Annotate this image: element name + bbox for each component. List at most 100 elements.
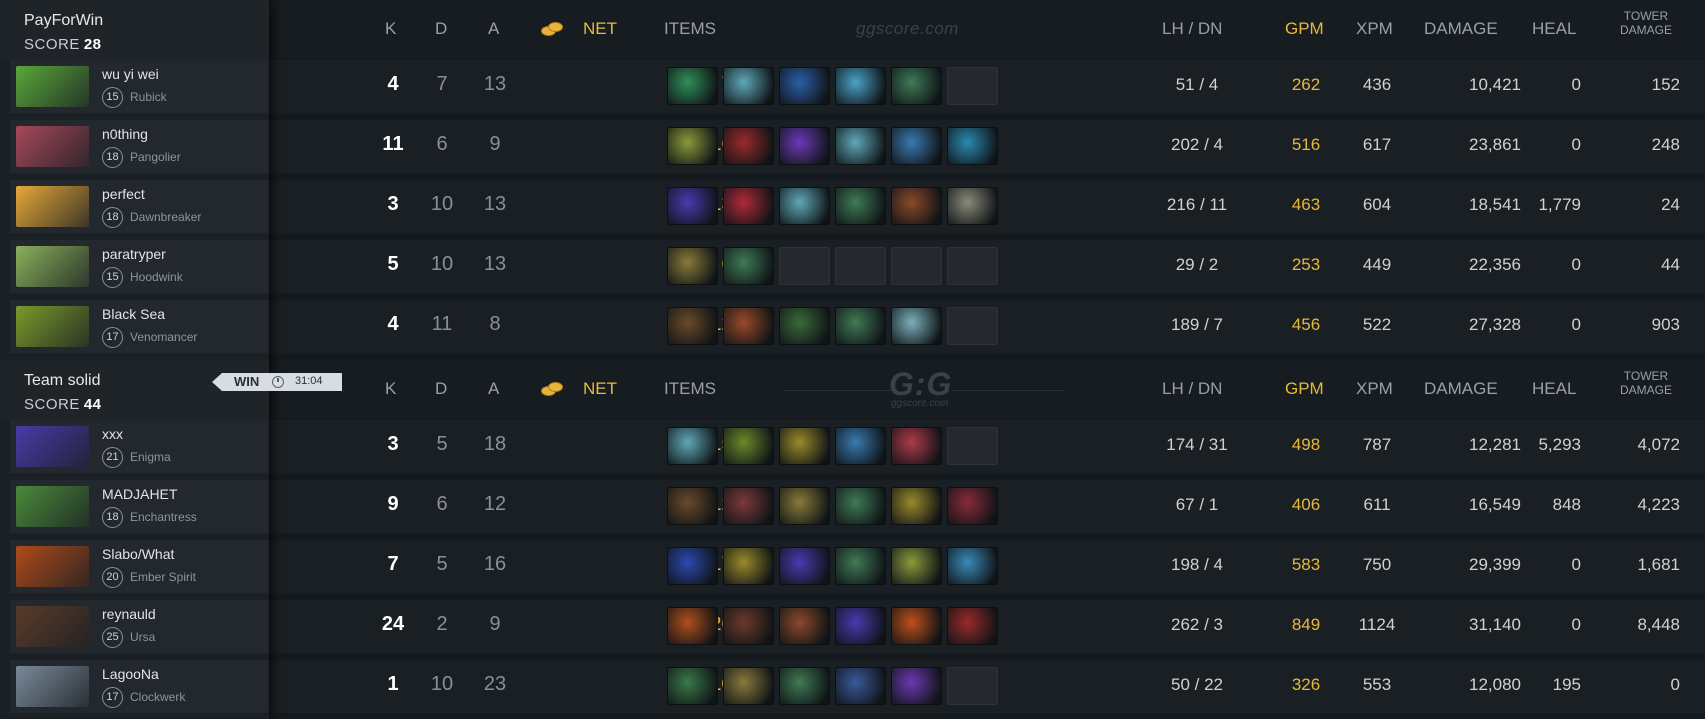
- player-card[interactable]: paratryper 15 Hoodwink: [10, 240, 268, 293]
- player-card[interactable]: reynauld 25 Ursa: [10, 600, 268, 653]
- player-name[interactable]: Slabo/What: [102, 546, 174, 562]
- xp-per-minute: 522: [1362, 315, 1392, 334]
- xp-per-minute: 604: [1362, 195, 1392, 214]
- item-slot-3[interactable]: [779, 187, 830, 225]
- player-card[interactable]: wu yi wei 15 Rubick: [10, 60, 268, 113]
- item-slot-6[interactable]: [947, 127, 998, 165]
- item-slot-4[interactable]: [835, 127, 886, 165]
- item-slot-5[interactable]: [891, 667, 942, 705]
- healing: 0: [1571, 75, 1581, 94]
- player-card[interactable]: Black Sea 17 Venomancer: [10, 300, 268, 353]
- item-slot-1[interactable]: [667, 427, 718, 465]
- empty-item-slot-3: [779, 247, 830, 285]
- item-slot-2[interactable]: [723, 127, 774, 165]
- item-slot-2[interactable]: [723, 307, 774, 345]
- item-slot-5[interactable]: [891, 487, 942, 525]
- watermark-line-left: [783, 390, 893, 391]
- gold-per-minute: 456: [1291, 315, 1321, 334]
- player-name[interactable]: wu yi wei: [102, 66, 159, 82]
- item-slot-1[interactable]: [667, 607, 718, 645]
- item-slot-5[interactable]: [891, 187, 942, 225]
- item-slot-1[interactable]: [667, 667, 718, 705]
- player-name[interactable]: perfect: [102, 186, 145, 202]
- item-slot-3[interactable]: [779, 487, 830, 525]
- item-slot-5[interactable]: [891, 607, 942, 645]
- item-slot-3[interactable]: [779, 427, 830, 465]
- item-slot-5[interactable]: [891, 427, 942, 465]
- healing: 1,779: [1538, 195, 1581, 214]
- empty-item-slot-5: [891, 247, 942, 285]
- item-slot-2[interactable]: [723, 667, 774, 705]
- item-slot-6[interactable]: [947, 187, 998, 225]
- player-card[interactable]: LagooNa 17 Clockwerk: [10, 660, 268, 713]
- item-slot-3[interactable]: [779, 607, 830, 645]
- item-slot-1[interactable]: [667, 247, 718, 285]
- item-slot-1[interactable]: [667, 187, 718, 225]
- hero-portrait: [16, 126, 89, 167]
- empty-item-slot-6: [947, 247, 998, 285]
- player-name[interactable]: reynauld: [102, 606, 156, 622]
- player-card[interactable]: Slabo/What 20 Ember Spirit: [10, 540, 268, 593]
- header-lh-dn: LH / DN: [1162, 379, 1223, 398]
- item-slot-5[interactable]: [891, 127, 942, 165]
- item-slot-4[interactable]: [835, 487, 886, 525]
- header-tower-damage: TOWER DAMAGE: [1616, 369, 1676, 397]
- item-slot-6[interactable]: [947, 607, 998, 645]
- item-slot-4[interactable]: [835, 547, 886, 585]
- team-name: Team solid: [24, 372, 101, 389]
- item-slot-2[interactable]: [723, 487, 774, 525]
- score-value: 28: [83, 36, 102, 53]
- item-slot-6[interactable]: [947, 547, 998, 585]
- item-slot-2[interactable]: [723, 187, 774, 225]
- player-name[interactable]: paratryper: [102, 246, 166, 262]
- assists: 8: [489, 313, 501, 335]
- player-name[interactable]: Black Sea: [102, 306, 165, 322]
- player-card[interactable]: MADJAHET 18 Enchantress: [10, 480, 268, 533]
- item-slot-4[interactable]: [835, 67, 886, 105]
- team-score: SCORE 28: [24, 36, 102, 53]
- item-slot-5[interactable]: [891, 67, 942, 105]
- item-slot-2[interactable]: [723, 247, 774, 285]
- item-slot-3[interactable]: [779, 667, 830, 705]
- item-slot-3[interactable]: [779, 127, 830, 165]
- xp-per-minute: 436: [1362, 75, 1392, 94]
- item-slot-1[interactable]: [667, 67, 718, 105]
- item-slot-1[interactable]: [667, 487, 718, 525]
- hero-portrait: [16, 486, 89, 527]
- tower-label-line1: TOWER: [1623, 9, 1669, 23]
- player-card[interactable]: perfect 18 Dawnbreaker: [10, 180, 268, 233]
- item-slot-4[interactable]: [835, 607, 886, 645]
- player-card[interactable]: xxx 21 Enigma: [10, 420, 268, 473]
- header-xpm: XPM: [1356, 19, 1393, 38]
- item-slot-6[interactable]: [947, 487, 998, 525]
- player-name[interactable]: LagooNa: [102, 666, 159, 682]
- player-name[interactable]: MADJAHET: [102, 486, 177, 502]
- item-slot-4[interactable]: [835, 427, 886, 465]
- item-slot-3[interactable]: [779, 547, 830, 585]
- player-stats-row: 751617,880198 / 458375029,39901,681: [269, 540, 1705, 593]
- item-slot-1[interactable]: [667, 307, 718, 345]
- item-slot-4[interactable]: [835, 307, 886, 345]
- hero-level-badge: 20: [102, 567, 123, 588]
- item-slot-2[interactable]: [723, 607, 774, 645]
- item-slot-5[interactable]: [891, 307, 942, 345]
- assists: 18: [483, 433, 507, 455]
- item-slot-3[interactable]: [779, 67, 830, 105]
- item-slot-4[interactable]: [835, 187, 886, 225]
- gold-per-minute: 262: [1291, 75, 1321, 94]
- item-slot-3[interactable]: [779, 307, 830, 345]
- item-slot-1[interactable]: [667, 127, 718, 165]
- player-card[interactable]: n0thing 18 Pangolier: [10, 120, 268, 173]
- last-hits-denies: 216 / 11: [1166, 195, 1228, 214]
- player-name[interactable]: n0thing: [102, 126, 148, 142]
- item-slot-2[interactable]: [723, 547, 774, 585]
- item-slot-2[interactable]: [723, 427, 774, 465]
- item-slot-2[interactable]: [723, 67, 774, 105]
- item-slot-1[interactable]: [667, 547, 718, 585]
- assists: 23: [483, 673, 507, 695]
- player-name[interactable]: xxx: [102, 426, 123, 442]
- header-gpm: GPM: [1285, 19, 1324, 38]
- item-slot-4[interactable]: [835, 667, 886, 705]
- item-slot-5[interactable]: [891, 547, 942, 585]
- tower-damage: 152: [1651, 75, 1680, 94]
